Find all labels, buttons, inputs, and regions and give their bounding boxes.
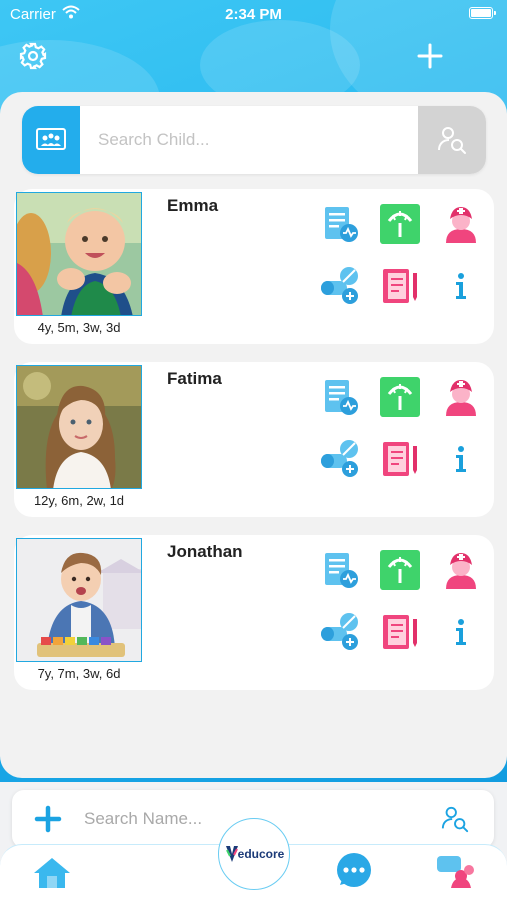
- add-name-button[interactable]: [34, 805, 62, 833]
- nurse-icon[interactable]: [438, 201, 484, 247]
- battery-icon: [469, 7, 496, 19]
- child-name: Jonathan: [167, 542, 243, 561]
- report-icon[interactable]: [317, 374, 363, 420]
- child-card[interactable]: 4y, 5m, 3w, 3d Emma: [14, 189, 494, 344]
- child-photo: [16, 192, 142, 316]
- find-child-button[interactable]: [418, 106, 486, 174]
- classroom-board-icon[interactable]: [22, 106, 80, 174]
- notebook-icon[interactable]: [377, 436, 423, 482]
- info-icon[interactable]: [438, 609, 484, 655]
- logo-text: educore: [237, 847, 285, 861]
- home-icon: [34, 858, 70, 888]
- notebook-icon[interactable]: [377, 609, 423, 655]
- child-photo: [16, 538, 142, 662]
- add-child-button[interactable]: [414, 40, 446, 72]
- educore-logo[interactable]: educore: [218, 818, 290, 890]
- child-age: 7y, 7m, 3w, 6d: [37, 666, 121, 681]
- find-person-icon[interactable]: [440, 804, 470, 834]
- medication-icon[interactable]: [317, 436, 363, 482]
- info-icon[interactable]: [438, 436, 484, 482]
- child-age: 4y, 5m, 3w, 3d: [37, 320, 121, 335]
- report-icon[interactable]: [317, 201, 363, 247]
- clock: 2:34 PM: [225, 6, 282, 23]
- tab-group-chat[interactable]: [434, 853, 478, 889]
- child-photo: [16, 365, 142, 489]
- child-age: 12y, 6m, 2w, 1d: [33, 493, 125, 508]
- child-search-bar: [22, 106, 486, 174]
- nurse-icon[interactable]: [438, 547, 484, 593]
- gear-icon[interactable]: [18, 41, 48, 71]
- growth-scale-icon[interactable]: [377, 374, 423, 420]
- child-card[interactable]: 12y, 6m, 2w, 1d Fatima: [14, 362, 494, 517]
- notebook-icon[interactable]: [377, 263, 423, 309]
- tab-home[interactable]: [30, 855, 74, 891]
- find-person-icon: [438, 127, 466, 154]
- info-icon[interactable]: [438, 263, 484, 309]
- tab-chat[interactable]: [332, 851, 376, 891]
- medication-icon[interactable]: [317, 609, 363, 655]
- status-bar: Carrier 2:34 PM: [0, 0, 507, 30]
- medication-icon[interactable]: [317, 263, 363, 309]
- search-child-input[interactable]: [98, 124, 418, 156]
- child-name: Emma: [167, 196, 219, 215]
- report-icon[interactable]: [317, 547, 363, 593]
- chat-icon: [337, 853, 371, 887]
- growth-scale-icon[interactable]: [377, 201, 423, 247]
- nurse-icon[interactable]: [438, 374, 484, 420]
- child-card[interactable]: 7y, 7m, 3w, 6d Jonathan: [14, 535, 494, 690]
- child-name: Fatima: [167, 369, 222, 388]
- group-chat-icon: [437, 856, 474, 888]
- growth-scale-icon[interactable]: [377, 547, 423, 593]
